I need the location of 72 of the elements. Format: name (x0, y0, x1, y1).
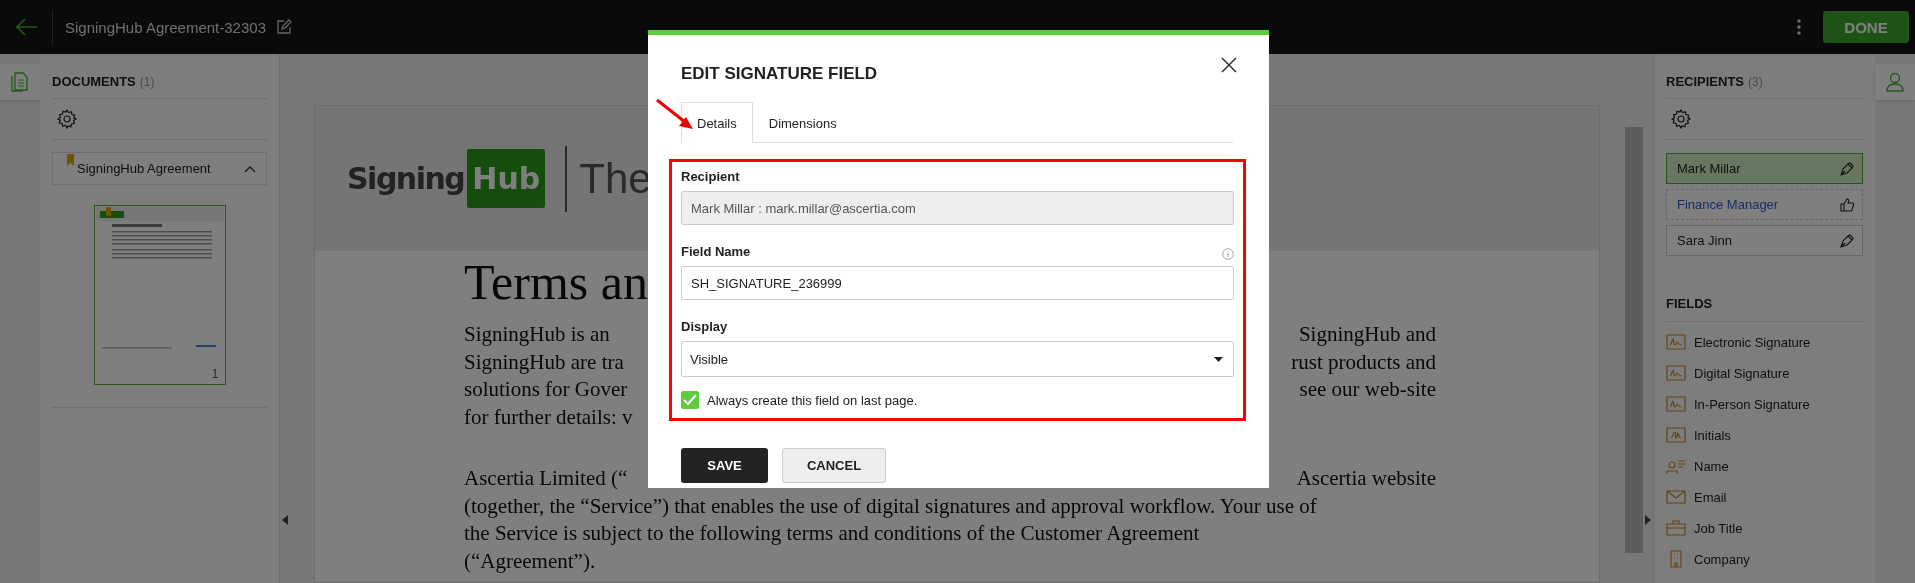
initials-icon (1666, 426, 1686, 444)
person-signature-icon (1666, 395, 1686, 413)
expand-arrow-icon[interactable] (1645, 515, 1651, 525)
document-icon (11, 72, 29, 92)
document-text: SigningHub and (1298, 321, 1436, 348)
name-card-icon (1666, 457, 1686, 475)
panel-heading: RECIPIENTS (1666, 74, 1744, 89)
page-number: 1 (211, 367, 219, 381)
field-label: Recipient (681, 169, 741, 184)
display-dropdown[interactable]: Visible (681, 341, 1234, 377)
field-item[interactable]: In-Person Signature (1666, 393, 1863, 415)
recipient-item[interactable]: Mark Millar (1666, 153, 1863, 184)
save-button[interactable]: SAVE (681, 448, 768, 483)
pen-icon (1840, 161, 1854, 176)
settings-icon[interactable] (57, 109, 77, 129)
edit-icon[interactable] (276, 19, 292, 35)
collapse-arrow-icon[interactable] (282, 515, 288, 525)
field-label: Display (681, 319, 729, 334)
checkbox-label: Always create this field on last page. (707, 392, 918, 408)
document-text: Ascertia website (1296, 465, 1436, 492)
panel-heading: DOCUMENTS (52, 74, 136, 89)
document-text: SigningHub are tra (464, 348, 624, 376)
briefcase-icon (1666, 519, 1686, 537)
field-name-input[interactable]: SH_SIGNATURE_236999 (681, 266, 1234, 300)
document-text: Ascertia Limited (“ (464, 465, 628, 492)
document-text: rust products and (1291, 348, 1436, 376)
envelope-icon (1666, 488, 1686, 506)
recipients-tab[interactable] (1875, 64, 1915, 100)
more-menu-icon[interactable] (1797, 19, 1801, 35)
field-label: Field Name (681, 244, 751, 259)
bookmark-icon (67, 154, 74, 166)
field-item[interactable]: Name (1666, 455, 1863, 477)
field-item[interactable]: Company (1666, 548, 1863, 570)
page-thumbnail[interactable]: 1 (93, 205, 226, 385)
pen-icon (1840, 233, 1854, 248)
info-icon[interactable] (1222, 247, 1234, 260)
recipient-item[interactable]: Sara Jinn (1666, 225, 1863, 256)
document-title: SigningHub Agreement-32303 (65, 18, 266, 36)
document-text: for further details: v (464, 403, 633, 431)
field-item[interactable]: Digital Signature (1666, 362, 1863, 384)
close-icon[interactable] (1221, 57, 1237, 73)
document-text: the Service is subject to the following terms and conditions of the Customer Agreement (464, 520, 1200, 547)
panel-heading: FIELDS (1666, 296, 1713, 311)
tagline: The (579, 154, 652, 203)
cancel-button[interactable]: CANCEL (782, 448, 886, 483)
field-item[interactable]: Electronic Signature (1666, 331, 1863, 353)
annotation-arrow (655, 98, 695, 132)
document-heading: Terms an (464, 253, 648, 311)
tab[interactable]: Dimensions (752, 102, 853, 143)
scrollbar[interactable] (1625, 127, 1643, 553)
dialog-title: EDIT SIGNATURE FIELD (681, 64, 878, 84)
recipient-item[interactable]: Finance Manager (1666, 189, 1863, 220)
field-item[interactable]: Job Title (1666, 517, 1863, 539)
settings-icon[interactable] (1671, 109, 1691, 129)
tab[interactable]: Details (681, 102, 753, 143)
person-icon (1886, 72, 1904, 92)
document-item[interactable]: SigningHub Agreement (52, 152, 267, 185)
field-item[interactable]: Email (1666, 486, 1863, 508)
document-text: see our web-site (1299, 376, 1436, 403)
document-text: SigningHub is an (464, 321, 610, 348)
chevron-icon[interactable] (244, 164, 256, 173)
document-text: (together, the “Service”) that enables the use of digital signatures and approval workflow. Your use of (464, 492, 1317, 520)
field-item[interactable]: Initials (1666, 424, 1863, 446)
signature-icon (1666, 364, 1686, 382)
thumbs-up-icon (1840, 197, 1854, 212)
document-text: solutions for Gover (464, 376, 628, 403)
signature-icon (1666, 333, 1686, 351)
back-arrow-icon[interactable] (16, 18, 38, 36)
document-text: (“Agreement”). (464, 547, 596, 575)
signinghub-logo: Signing Hub (347, 149, 546, 208)
checkbox[interactable] (681, 391, 699, 409)
caret-icon (1214, 356, 1223, 362)
